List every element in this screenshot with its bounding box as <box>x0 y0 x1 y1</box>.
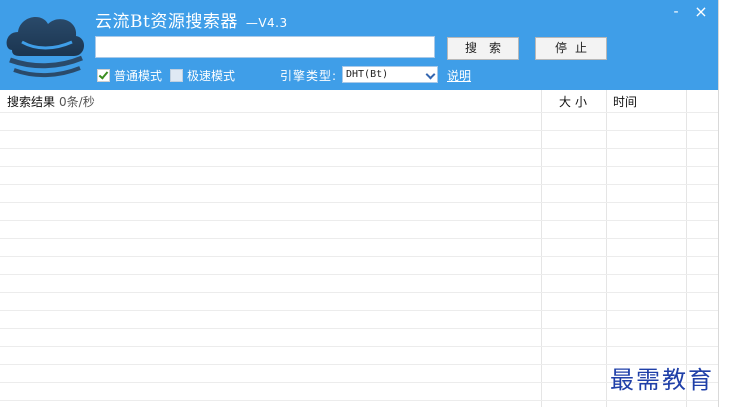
normal-mode-label: 普通模式 <box>114 69 163 83</box>
help-link[interactable]: 说明 <box>447 67 471 84</box>
normal-mode-option[interactable]: 普通模式 <box>97 67 162 84</box>
row-divider <box>0 292 718 293</box>
row-divider <box>0 256 718 257</box>
fast-mode-label: 极速模式 <box>187 69 236 83</box>
column-divider <box>541 90 542 407</box>
row-divider <box>0 166 718 167</box>
fast-mode-option[interactable]: 极速模式 <box>170 67 235 84</box>
normal-mode-checkbox[interactable] <box>97 69 110 82</box>
row-divider <box>0 274 718 275</box>
header-panel: 云流Bt资源搜索器 —V4.3 - × 搜索 停止 普通模式 极速模式 引擎类型:… <box>0 0 718 90</box>
column-header-size[interactable]: 大小 <box>559 90 591 114</box>
row-divider <box>0 400 718 401</box>
row-divider <box>0 148 718 149</box>
search-button[interactable]: 搜索 <box>447 37 519 60</box>
engine-type-select[interactable]: DHT(Bt) <box>342 66 438 83</box>
stop-button[interactable]: 停止 <box>535 37 607 60</box>
cloud-logo-icon <box>6 17 85 78</box>
row-divider <box>0 112 718 113</box>
app-title: 云流Bt资源搜索器 —V4.3 <box>95 7 288 32</box>
engine-type-value: DHT(Bt) <box>346 69 389 80</box>
row-divider <box>0 184 718 185</box>
row-divider <box>0 310 718 311</box>
minimize-button[interactable]: - <box>665 2 687 22</box>
window-right-border <box>718 0 719 407</box>
row-divider <box>0 130 718 131</box>
row-divider <box>0 346 718 347</box>
close-button[interactable]: × <box>690 2 712 22</box>
row-divider <box>0 202 718 203</box>
search-rate: 0条/秒 <box>59 95 95 109</box>
fast-mode-checkbox[interactable] <box>170 69 183 82</box>
search-input[interactable] <box>95 36 435 58</box>
column-header-results[interactable]: 搜索结果 0条/秒 <box>7 90 95 114</box>
column-divider <box>606 90 607 407</box>
chevron-down-icon[interactable] <box>425 69 436 80</box>
row-divider <box>0 328 718 329</box>
column-header-time[interactable]: 时间 <box>613 90 637 114</box>
row-divider <box>0 238 718 239</box>
app-version: —V4.3 <box>245 16 288 30</box>
row-divider <box>0 220 718 221</box>
app-title-text: 云流Bt资源搜索器 <box>95 12 238 32</box>
engine-type-label: 引擎类型: <box>280 69 338 83</box>
watermark-text: 最需教育 <box>610 366 714 394</box>
results-header-label: 搜索结果 <box>7 95 56 109</box>
